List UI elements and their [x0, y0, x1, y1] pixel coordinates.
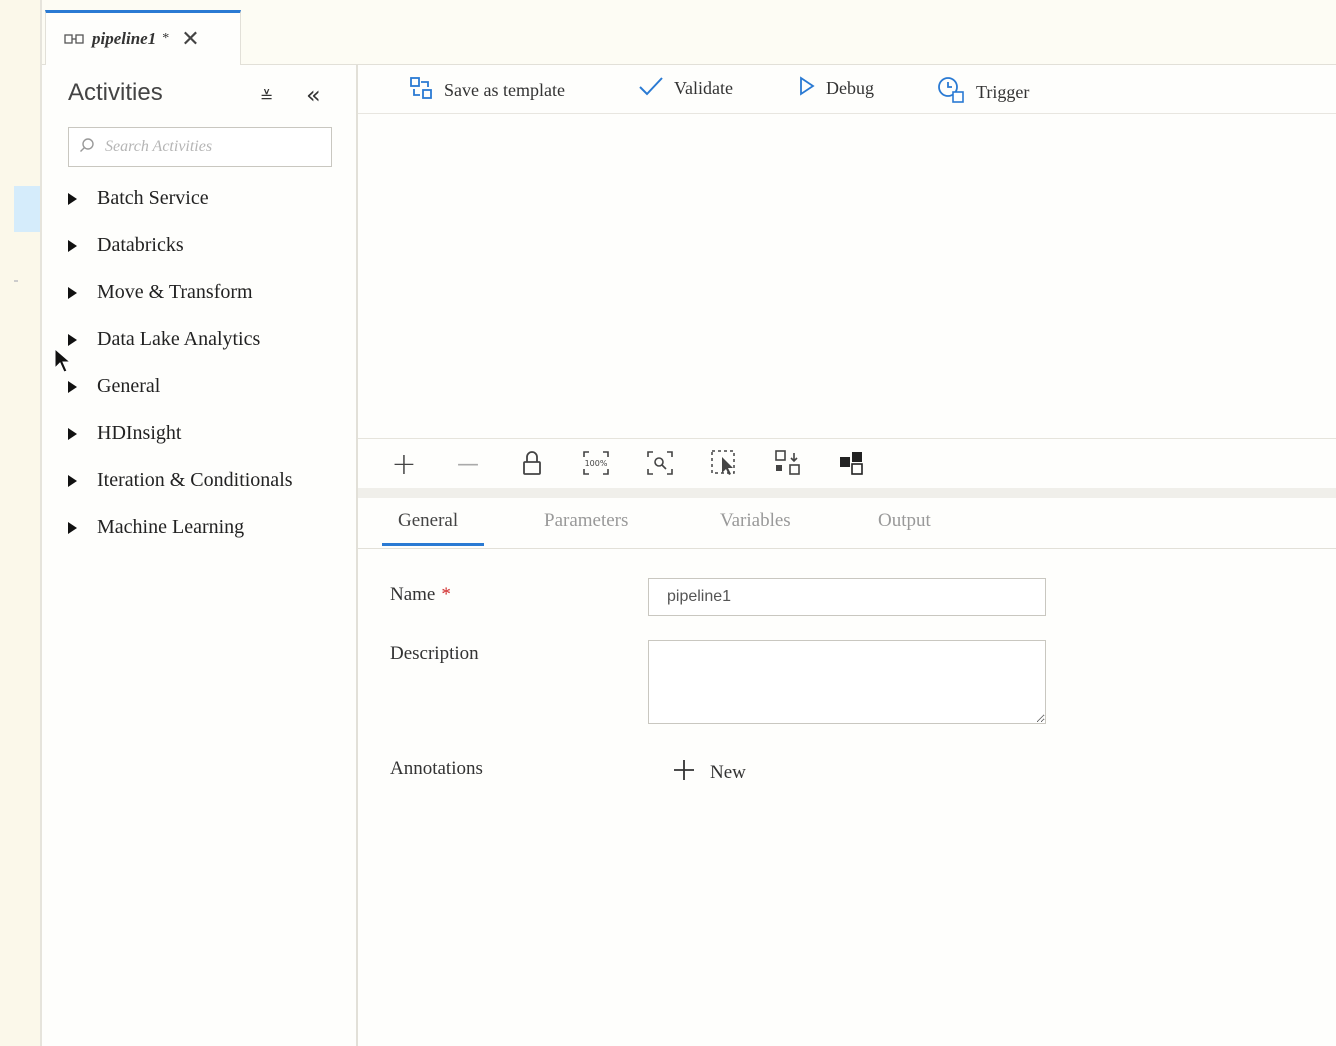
- tab-variables[interactable]: Variables: [720, 510, 791, 532]
- zoom-fit-icon: [646, 450, 674, 481]
- expand-arrow-icon: [68, 380, 77, 393]
- tab-general[interactable]: General: [398, 510, 458, 532]
- activity-category-list: Batch Service Databricks Move & Transfor…: [68, 175, 293, 551]
- expand-arrow-icon: [68, 192, 77, 205]
- category-databricks[interactable]: Databricks: [68, 222, 293, 269]
- active-tab-indicator: [382, 543, 484, 546]
- show-lineage-button[interactable]: [838, 451, 866, 479]
- category-batch-service[interactable]: Batch Service: [68, 175, 293, 222]
- splitter[interactable]: [358, 488, 1336, 498]
- category-data-lake-analytics[interactable]: Data Lake Analytics: [68, 316, 293, 363]
- category-general[interactable]: General: [68, 363, 293, 410]
- search-box: [68, 127, 332, 167]
- expand-arrow-icon: [68, 333, 77, 346]
- activities-panel: Activities ≚ « Batch Service Databricks …: [42, 65, 358, 1046]
- hide-panel-icon[interactable]: «: [306, 81, 321, 109]
- category-hdinsight[interactable]: HDInsight: [68, 410, 293, 457]
- description-label: Description: [390, 643, 479, 664]
- tab-bar: pipeline1 * ✕: [42, 0, 1336, 65]
- properties-tabs: General Parameters Variables Output: [358, 498, 1336, 549]
- tab-title: pipeline1: [92, 29, 157, 48]
- search-icon: [79, 137, 95, 158]
- left-nav-strip: [0, 0, 40, 1046]
- category-machine-learning[interactable]: Machine Learning: [68, 504, 293, 551]
- save-as-template-button[interactable]: Save as template: [408, 75, 565, 106]
- tab-pipeline1[interactable]: pipeline1 * ✕: [45, 10, 241, 65]
- workspace: pipeline1 * ✕ Activities ≚ « Batch Servi…: [40, 0, 1336, 1046]
- zoom-100-button[interactable]: 100%: [582, 450, 610, 481]
- mouse-cursor-icon: [54, 347, 72, 379]
- new-annotation-button[interactable]: New: [672, 758, 746, 788]
- tab-parameters[interactable]: Parameters: [544, 510, 628, 532]
- activities-header: Activities: [68, 79, 163, 106]
- select-button[interactable]: [710, 449, 738, 482]
- pipeline-toolbar: Save as template Validate Debug Trigger: [358, 65, 1336, 114]
- lock-button[interactable]: [518, 450, 546, 481]
- search-activities-input[interactable]: [103, 137, 327, 157]
- pipeline-canvas[interactable]: [358, 114, 1336, 438]
- minus-icon: —: [457, 452, 479, 477]
- trigger-button[interactable]: Trigger: [936, 75, 1029, 110]
- play-icon: [798, 75, 816, 102]
- save-template-icon: [408, 75, 434, 106]
- tab-output[interactable]: Output: [878, 510, 931, 532]
- lock-icon: [521, 450, 543, 481]
- name-label: Name *: [390, 584, 451, 605]
- svg-text:100%: 100%: [585, 459, 608, 468]
- zoom-in-button[interactable]: +: [390, 447, 418, 482]
- expand-arrow-icon: [68, 239, 77, 252]
- auto-align-button[interactable]: [774, 449, 802, 482]
- left-nav-marker: [14, 280, 18, 282]
- left-nav-highlight[interactable]: [14, 186, 40, 232]
- zoom-100-icon: 100%: [582, 450, 610, 481]
- canvas-toolbar: + — 100%: [358, 438, 1336, 489]
- unsaved-marker: *: [162, 31, 170, 46]
- category-move-transform[interactable]: Move & Transform: [68, 269, 293, 316]
- name-field[interactable]: [648, 578, 1046, 616]
- collapse-all-icon[interactable]: ≚: [260, 87, 273, 106]
- debug-button[interactable]: Debug: [798, 75, 874, 102]
- zoom-out-button[interactable]: —: [454, 451, 482, 479]
- expand-arrow-icon: [68, 286, 77, 299]
- zoom-to-fit-button[interactable]: [646, 450, 674, 481]
- annotations-label: Annotations: [390, 758, 483, 779]
- select-cursor-icon: [710, 449, 738, 482]
- layout-blocks-icon: [838, 449, 866, 482]
- required-marker: *: [441, 584, 451, 605]
- expand-arrow-icon: [68, 427, 77, 440]
- pipeline-icon: [64, 33, 84, 45]
- checkmark-icon: [638, 75, 664, 102]
- description-field[interactable]: [648, 640, 1046, 724]
- plus-icon: +: [391, 447, 417, 482]
- close-icon[interactable]: ✕: [181, 28, 199, 50]
- expand-arrow-icon: [68, 474, 77, 487]
- trigger-clock-icon: [936, 75, 966, 110]
- category-iteration-conditionals[interactable]: Iteration & Conditionals: [68, 457, 293, 504]
- plus-icon: [672, 758, 696, 788]
- auto-align-icon: [774, 449, 802, 482]
- validate-button[interactable]: Validate: [638, 75, 733, 102]
- expand-arrow-icon: [68, 521, 77, 534]
